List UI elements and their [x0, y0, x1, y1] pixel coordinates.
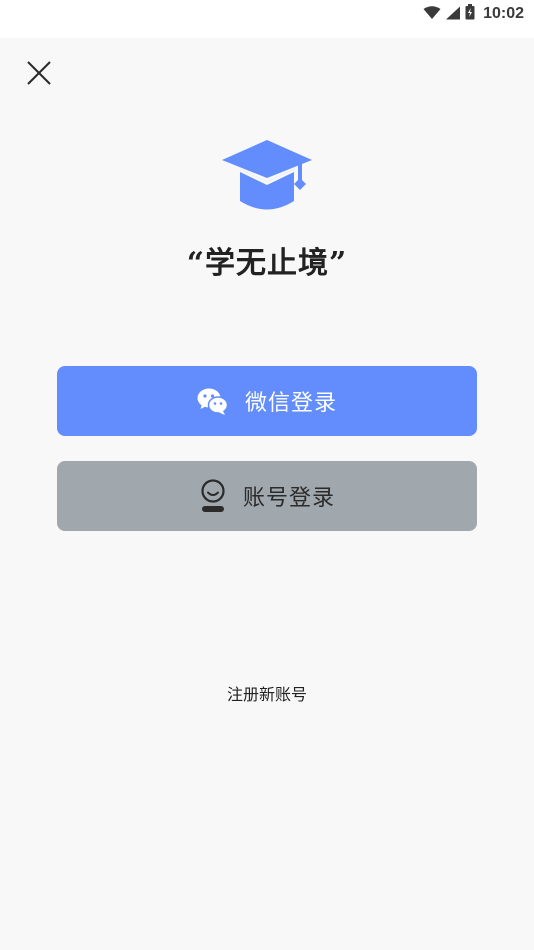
register-link[interactable]: 注册新账号 — [0, 681, 534, 705]
account-login-label: 账号登录 — [242, 486, 335, 511]
account-login-button[interactable]: 账号登录 — [57, 461, 477, 531]
close-icon — [27, 61, 51, 85]
status-bar: 10:02 — [0, 0, 534, 38]
user-account-icon — [201, 479, 225, 512]
battery-icon — [465, 4, 475, 24]
status-icons: 10:02 — [423, 4, 524, 24]
wifi-icon — [423, 5, 441, 24]
graduation-cap-icon — [222, 140, 312, 210]
wechat-login-label: 微信登录 — [244, 391, 337, 416]
signal-icon — [445, 5, 461, 24]
wechat-login-button[interactable]: 微信登录 — [57, 366, 477, 436]
close-button[interactable] — [22, 56, 56, 90]
wechat-icon — [197, 388, 229, 415]
status-time: 10:02 — [483, 5, 524, 22]
register-label[interactable]: 注册新账号 — [227, 685, 307, 704]
slogan: “学无止境” — [186, 246, 348, 281]
